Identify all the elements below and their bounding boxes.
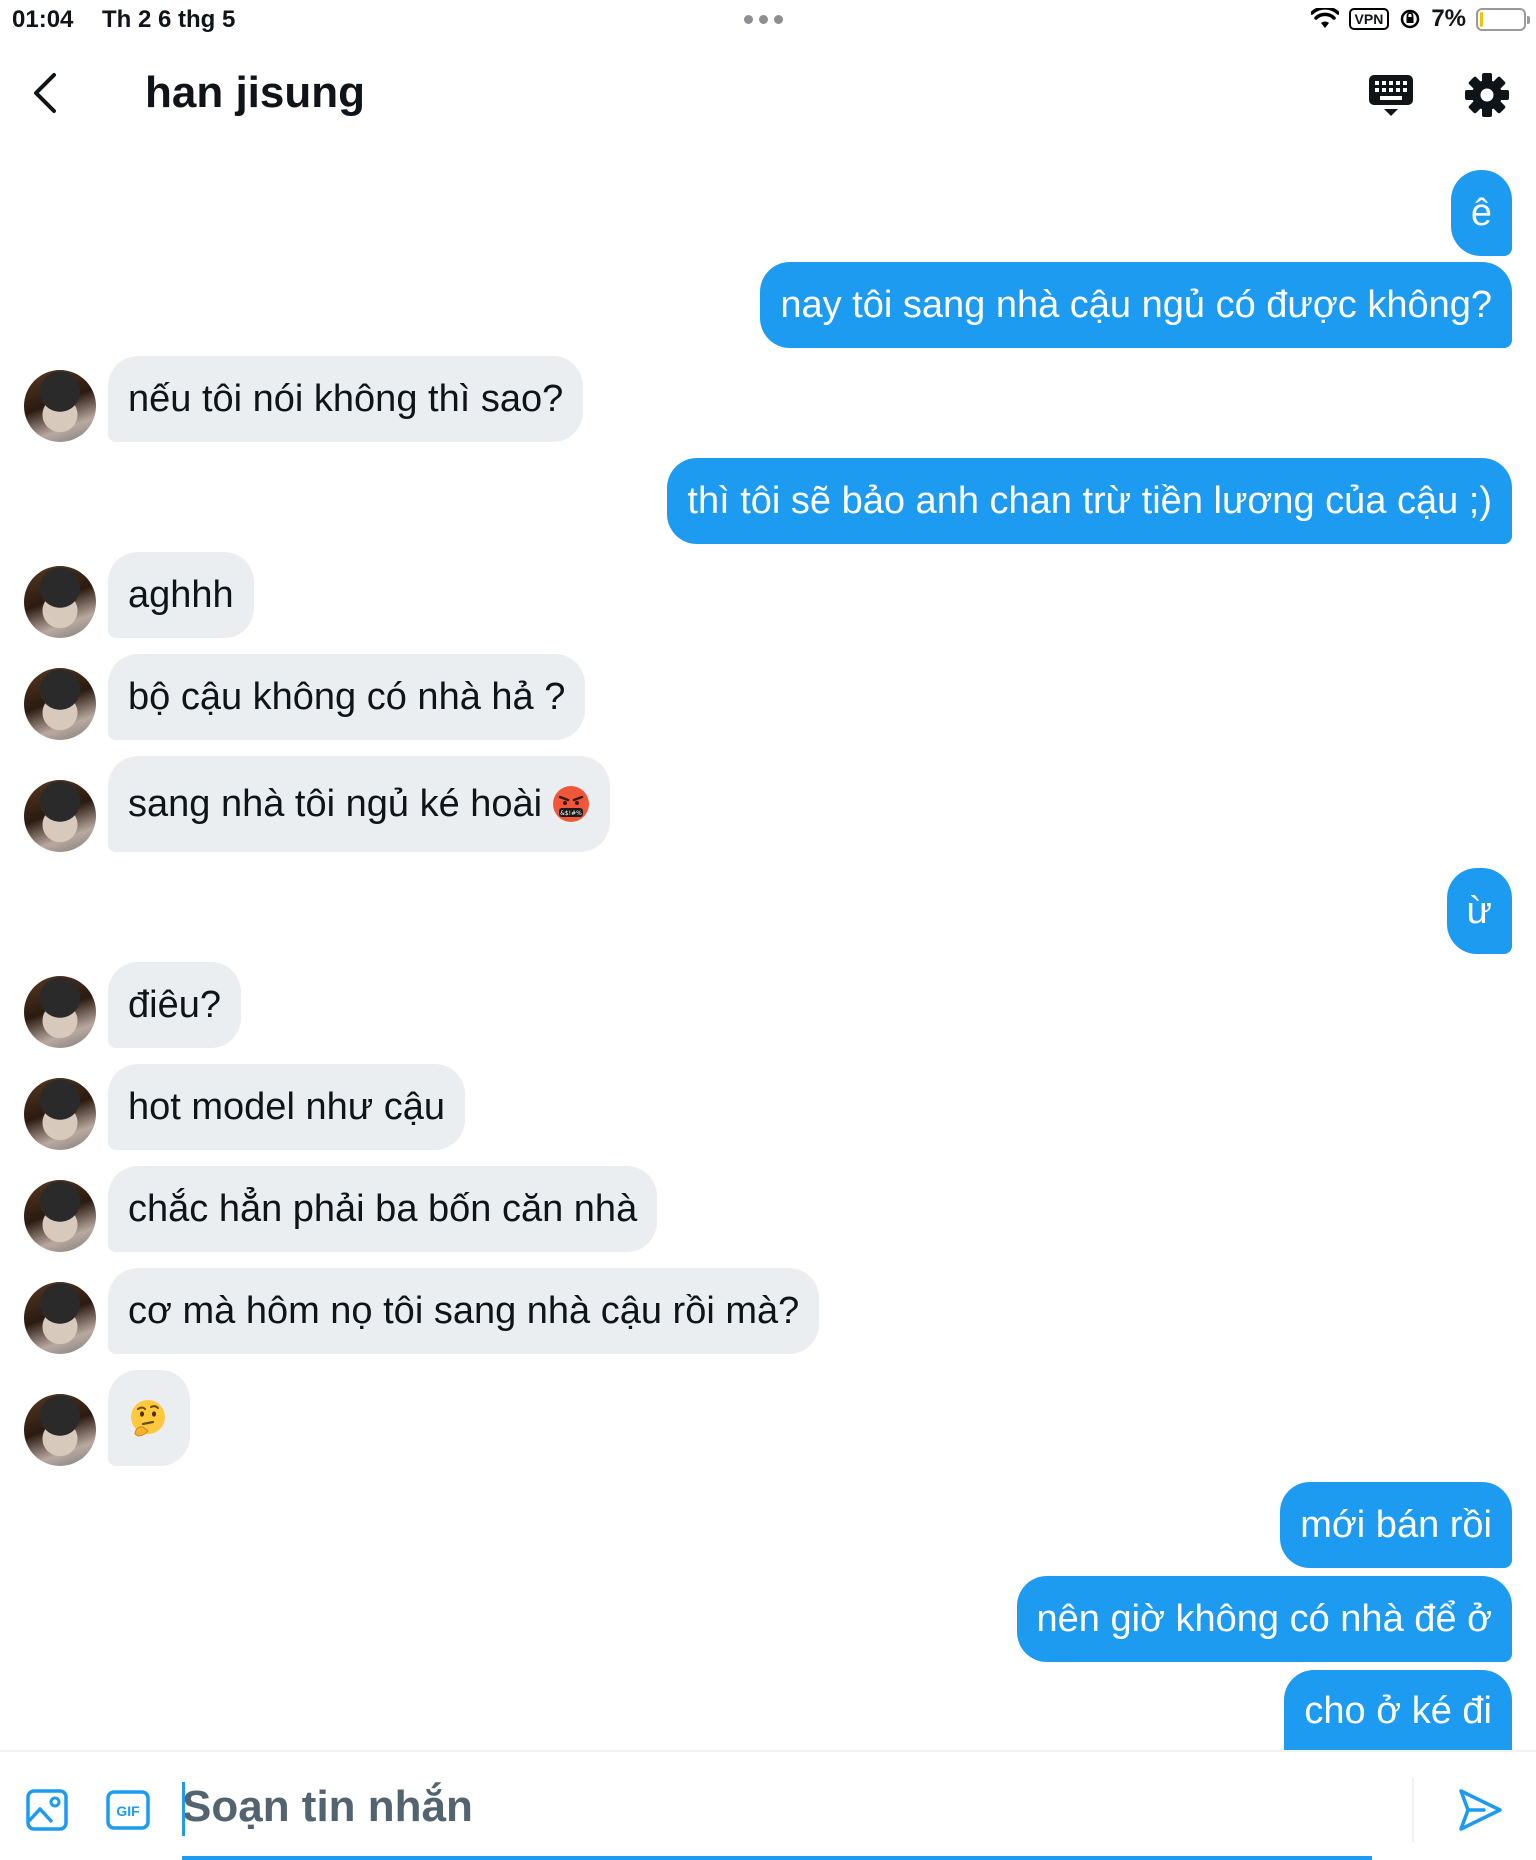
avatar[interactable] (24, 1394, 96, 1466)
message-text: chắc hẳn phải ba bốn căn nhà (128, 1187, 638, 1230)
status-date: Th 2 6 thg 5 (102, 6, 236, 33)
send-button[interactable] (1456, 1786, 1504, 1834)
gear-icon (1465, 73, 1509, 117)
vpn-badge: VPN (1348, 8, 1390, 30)
avatar[interactable] (24, 976, 96, 1048)
message-text: nếu tôi nói không thì sao? (128, 377, 564, 420)
add-gif-button[interactable]: GIF (106, 1790, 150, 1830)
message-text: cho ở ké đi (1304, 1689, 1492, 1732)
status-indicators: VPN 7% (1310, 5, 1530, 33)
message-text: ê (1470, 191, 1492, 234)
svg-text:&$!#%: &$!#% (560, 810, 582, 817)
avatar[interactable] (24, 780, 96, 852)
received-message[interactable]: nếu tôi nói không thì sao? (108, 356, 584, 442)
received-message[interactable] (108, 1370, 190, 1466)
message-text: ừ (1466, 889, 1492, 932)
sent-message[interactable]: nên giờ không có nhà để ở (1016, 1576, 1512, 1662)
sent-message[interactable]: cho ở ké đi (1284, 1670, 1512, 1752)
wifi-icon (1310, 8, 1339, 28)
battery-icon (1476, 7, 1530, 31)
keyboard-button[interactable] (1366, 70, 1416, 120)
send-icon (1459, 1789, 1502, 1831)
multitasking-dots-icon[interactable] (744, 15, 783, 24)
text-cursor (182, 1782, 185, 1836)
add-image-button[interactable] (25, 1788, 69, 1832)
keyboard-icon (1369, 75, 1413, 116)
received-message[interactable]: chắc hẳn phải ba bốn căn nhà (108, 1166, 658, 1252)
message-text: bộ cậu không có nhà hả ? (128, 675, 566, 718)
avatar[interactable] (24, 1078, 96, 1150)
sent-message[interactable]: ừ (1446, 868, 1512, 954)
orientation-lock-icon (1401, 9, 1420, 29)
thinking-face-icon (131, 1400, 165, 1437)
sent-message[interactable]: mới bán rồi (1280, 1482, 1512, 1568)
avatar[interactable] (24, 668, 96, 740)
conversation-header: han jisung (0, 40, 1536, 150)
message-text: nay tôi sang nhà cậu ngủ có được không? (780, 283, 1492, 326)
battery-percent: 7% (1431, 5, 1466, 32)
received-message[interactable]: hot model như cậu (108, 1064, 465, 1150)
avatar[interactable] (24, 1180, 96, 1252)
sent-message[interactable]: ê (1450, 170, 1512, 256)
avatar[interactable] (24, 1282, 96, 1354)
back-arrow-icon (34, 73, 56, 113)
sent-message[interactable]: thì tôi sẽ bảo anh chan trừ tiền lương c… (667, 458, 1512, 544)
received-message[interactable]: bộ cậu không có nhà hả ? (108, 654, 586, 740)
status-bar: 01:04 Th 2 6 thg 5 VPN 7% (0, 0, 1536, 40)
message-input[interactable] (182, 1774, 1372, 1840)
received-message[interactable]: aghhh (108, 552, 254, 638)
message-text: điêu? (128, 983, 221, 1026)
angry-cursing-face-icon: &$!#% (553, 786, 590, 822)
received-message[interactable]: sang nhà tôi ngủ ké hoài &$!#% (108, 756, 611, 852)
image-icon (26, 1789, 68, 1831)
message-composer: GIF (0, 1750, 1536, 1860)
message-text: sang nhà tôi ngủ ké hoài (128, 782, 543, 825)
message-text: nên giờ không có nhà để ở (1036, 1597, 1493, 1640)
gif-icon: GIF (106, 1790, 150, 1830)
gif-label: GIF (116, 1803, 140, 1819)
message-text: mới bán rồi (1300, 1503, 1492, 1546)
avatar[interactable] (24, 566, 96, 638)
composer-divider (1412, 1778, 1414, 1842)
message-text: aghhh (128, 573, 234, 616)
back-button[interactable] (20, 68, 70, 118)
settings-button[interactable] (1462, 70, 1512, 120)
avatar[interactable] (24, 370, 96, 442)
message-text: cơ mà hôm nọ tôi sang nhà cậu rồi mà? (128, 1289, 800, 1332)
message-text: hot model như cậu (128, 1085, 445, 1128)
sent-message[interactable]: nay tôi sang nhà cậu ngủ có được không? (760, 262, 1512, 348)
conversation-title[interactable]: han jisung (145, 68, 365, 118)
input-underline (182, 1856, 1372, 1860)
received-message[interactable]: điêu? (108, 962, 241, 1048)
received-message[interactable]: cơ mà hôm nọ tôi sang nhà cậu rồi mà? (108, 1268, 820, 1354)
message-text: thì tôi sẽ bảo anh chan trừ tiền lương c… (687, 479, 1492, 522)
status-time: 01:04 (12, 6, 74, 33)
